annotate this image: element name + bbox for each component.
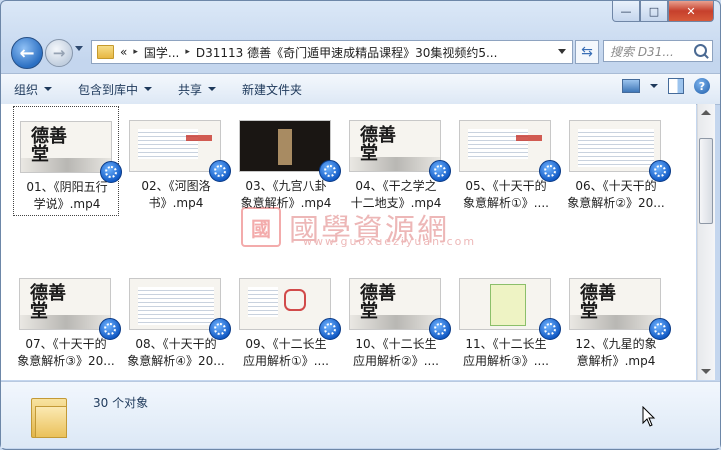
thumbnail-frame — [129, 120, 221, 172]
video-thumbnail — [239, 120, 341, 182]
forward-button[interactable]: → — [45, 39, 73, 67]
file-name: 07、《十天干的 象意解析③》20... — [17, 337, 115, 368]
help-icon[interactable]: ? — [694, 78, 710, 94]
new-folder-button[interactable]: 新建文件夹 — [229, 74, 315, 104]
file-item[interactable]: 德善 堂 04、《干之学之 十二地支》.mp4 — [343, 106, 451, 216]
thumbnail-frame — [239, 278, 331, 330]
file-item[interactable]: 11、《十二长生 应用解析③》.... — [453, 264, 561, 374]
thumbnail-frame — [239, 120, 331, 172]
include-in-library-button[interactable]: 包含到库中 — [65, 74, 165, 104]
change-view-icon[interactable] — [622, 79, 640, 93]
share-label: 共享 — [178, 82, 203, 97]
scroll-down-icon[interactable] — [701, 369, 711, 374]
navigation-bar: ← → « ▸ 国学... ▸ D31113 德善《奇门遁甲速成精品课程》30集… — [9, 36, 713, 69]
video-thumbnail — [459, 278, 561, 340]
file-item[interactable]: 德善 堂 07、《十天干的 象意解析③》20... — [13, 264, 121, 374]
file-name: 05、《十天干的 象意解析①》.... — [462, 179, 550, 210]
file-name: 12、《九星的象 意解析》.mp4 — [575, 337, 657, 368]
details-pane: 30 个对象 — [1, 381, 720, 448]
thumbnail-frame: 德善 堂 — [19, 278, 111, 330]
folder-icon — [97, 45, 114, 59]
recent-pages-dropdown-icon[interactable] — [75, 46, 83, 51]
preview-pane-icon[interactable] — [668, 78, 684, 94]
file-name: 06、《十天干的 象意解析②》20... — [567, 179, 665, 210]
file-list: 國 國學資源網 www.guoxueziyuan.com 德善 堂 01、《阴阳五… — [1, 104, 696, 380]
address-bar[interactable]: « ▸ 国学... ▸ D31113 德善《奇门遁甲速成精品课程》30集视频约5… — [91, 40, 573, 64]
watermark-url: www.guoxueziyuan.com — [303, 235, 477, 248]
breadcrumb-separator[interactable]: ▸ — [185, 47, 190, 57]
file-name: 08、《十天干的 象意解析④》20... — [127, 337, 225, 368]
file-name: 03、《九宫八卦 象意解析》.mp4 — [240, 179, 332, 210]
file-item[interactable]: 03、《九宫八卦 象意解析》.mp4 — [233, 106, 341, 216]
chevron-down-icon — [44, 87, 53, 91]
breadcrumb-separator[interactable]: ▸ — [133, 47, 138, 57]
file-item[interactable]: 02、《河图洛 书》.mp4 — [123, 106, 231, 216]
organize-label: 组织 — [14, 82, 39, 97]
video-thumbnail: 德善 堂 — [569, 278, 671, 340]
search-placeholder: 搜索 D31... — [610, 44, 674, 59]
refresh-button[interactable]: ⇆ — [575, 40, 599, 64]
video-thumbnail — [129, 278, 231, 340]
minimize-button[interactable]: — — [612, 1, 640, 22]
close-button[interactable]: ✕ — [668, 1, 714, 22]
chevron-down-icon[interactable] — [558, 49, 566, 54]
video-thumbnail: 德善 堂 — [349, 278, 451, 340]
video-thumbnail — [239, 278, 341, 340]
thumbnail-frame: 德善 堂 — [349, 120, 441, 172]
thumbnail-frame: 德善 堂 — [20, 121, 112, 173]
chevron-down-icon — [144, 87, 153, 91]
file-item[interactable]: 05、《十天干的 象意解析①》.... — [453, 106, 561, 216]
file-name: 10、《十二长生 应用解析②》.... — [352, 337, 440, 368]
file-item[interactable]: 德善 堂 10、《十二长生 应用解析②》.... — [343, 264, 451, 374]
address-overflow[interactable]: « — [120, 45, 127, 59]
file-item[interactable]: 06、《十天干的 象意解析②》20... — [563, 106, 671, 216]
thumbnail-frame — [569, 120, 661, 172]
file-item[interactable]: 08、《十天干的 象意解析④》20... — [123, 264, 231, 374]
breadcrumb-item[interactable]: D31113 德善《奇门遁甲速成精品课程》30集视频约5... — [196, 44, 498, 61]
new-folder-label: 新建文件夹 — [242, 82, 303, 97]
search-input[interactable]: 搜索 D31... — [603, 40, 713, 62]
video-thumbnail: 德善 堂 — [20, 121, 122, 183]
chevron-down-icon[interactable] — [650, 84, 658, 88]
command-bar: 组织 包含到库中 共享 新建文件夹 ? — [1, 73, 720, 105]
share-button[interactable]: 共享 — [165, 74, 229, 104]
item-count: 30 个对象 — [93, 396, 149, 410]
thumbnail-frame — [129, 278, 221, 330]
breadcrumb-item[interactable]: 国学... — [144, 44, 179, 61]
file-name: 09、《十二长生 应用解析①》.... — [242, 337, 330, 368]
video-thumbnail — [569, 120, 671, 182]
include-in-library-label: 包含到库中 — [78, 82, 139, 97]
organize-button[interactable]: 组织 — [1, 74, 65, 104]
file-name: 01、《阴阳五行 学说》.mp4 — [26, 180, 108, 211]
search-icon[interactable] — [694, 44, 707, 57]
file-name: 04、《干之学之 十二地支》.mp4 — [350, 179, 442, 210]
back-button[interactable]: ← — [11, 37, 43, 69]
thumbnail-frame: 德善 堂 — [569, 278, 661, 330]
video-thumbnail — [129, 120, 231, 182]
scroll-thumb[interactable] — [699, 138, 713, 224]
file-name: 11、《十二长生 应用解析③》.... — [462, 337, 550, 368]
maximize-button[interactable]: □ — [640, 1, 668, 22]
video-thumbnail — [459, 120, 561, 182]
file-item[interactable]: 09、《十二长生 应用解析①》.... — [233, 264, 341, 374]
scroll-up-icon[interactable] — [701, 110, 711, 115]
file-item[interactable]: 德善 堂 12、《九星的象 意解析》.mp4 — [563, 264, 671, 374]
file-name: 02、《河图洛 书》.mp4 — [141, 179, 211, 210]
file-item[interactable]: 德善 堂 01、《阴阳五行 学说》.mp4 — [13, 106, 122, 216]
caption-buttons: — □ ✕ — [612, 1, 714, 22]
thumbnail-frame — [459, 120, 551, 172]
thumbnail-frame — [459, 278, 551, 330]
chevron-down-icon — [208, 87, 217, 91]
toolbar-right: ? — [622, 78, 710, 94]
thumbnail-frame: 德善 堂 — [349, 278, 441, 330]
folder-icon — [31, 394, 67, 438]
video-thumbnail: 德善 堂 — [349, 120, 451, 182]
vertical-scrollbar[interactable] — [697, 104, 715, 380]
video-thumbnail: 德善 堂 — [19, 278, 121, 340]
